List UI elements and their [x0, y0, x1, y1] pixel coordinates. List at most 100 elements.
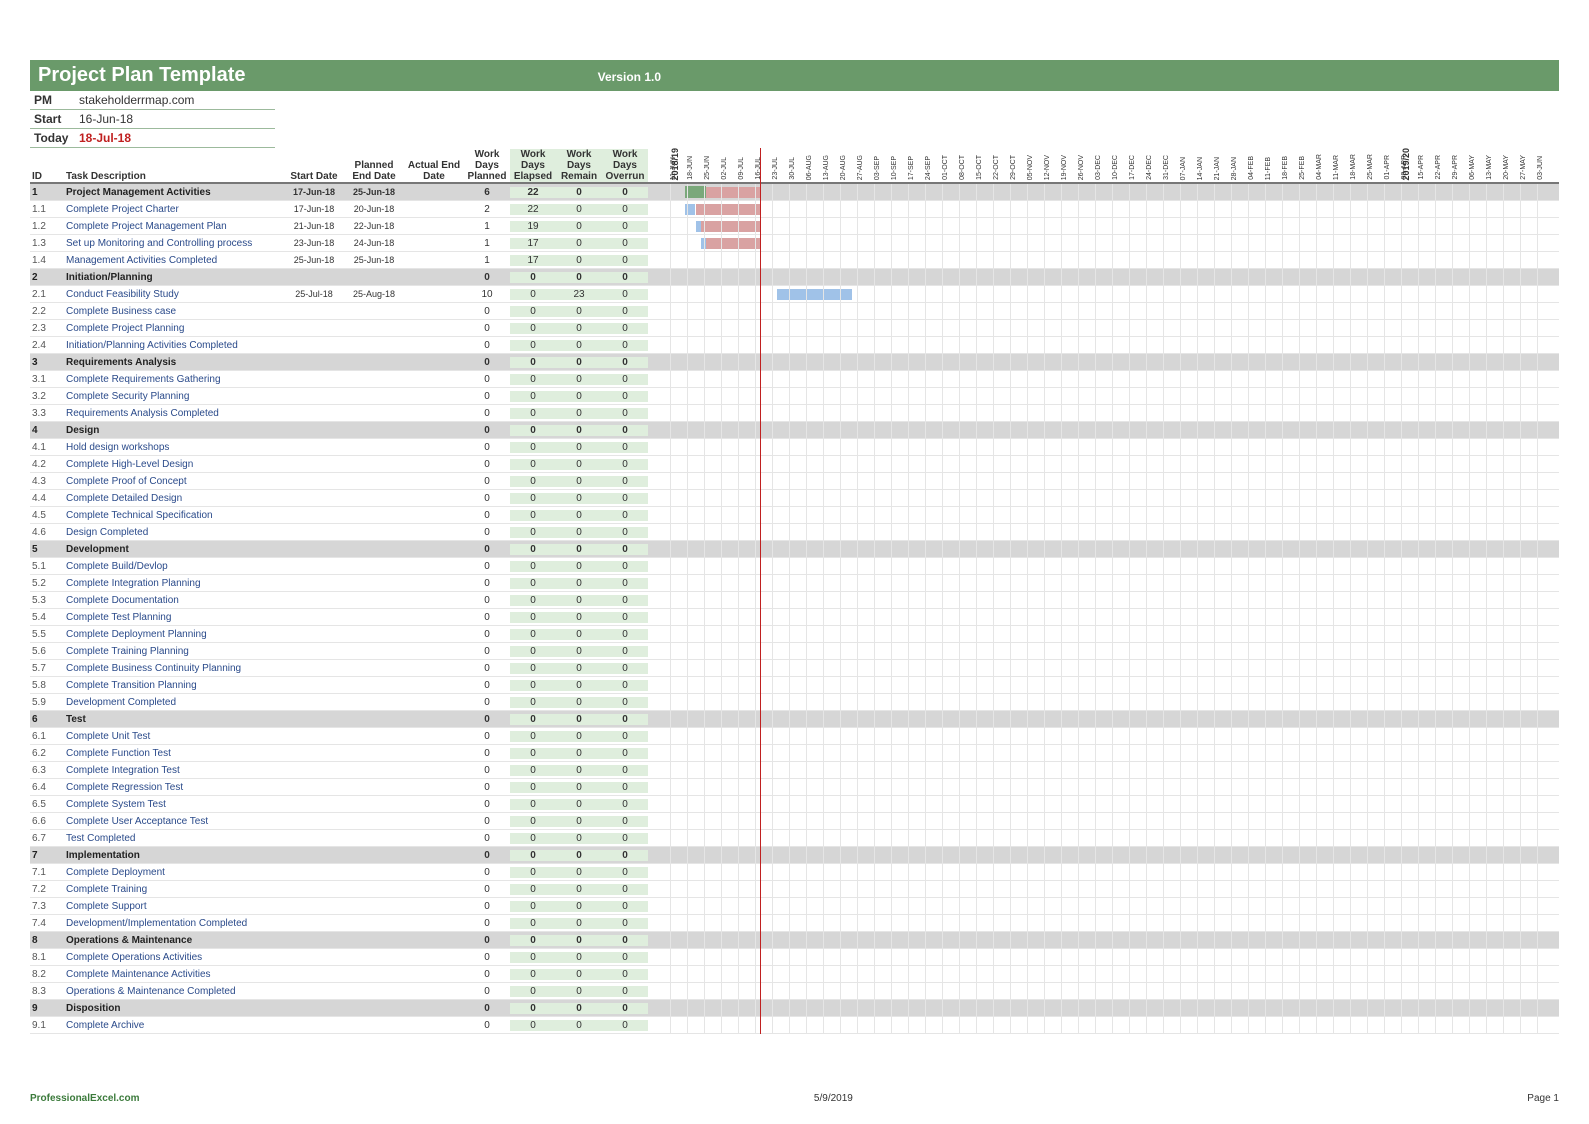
cell-wo: 0	[602, 612, 648, 623]
cell-we: 0	[510, 578, 556, 589]
gantt-row	[670, 898, 1559, 915]
cell-id: 5.5	[30, 629, 64, 640]
cell-we: 0	[510, 799, 556, 810]
doc-version: Version 1.0	[598, 70, 661, 84]
cell-we: 0	[510, 884, 556, 895]
cell-id: 6	[30, 714, 64, 725]
cell-id: 2.1	[30, 289, 64, 300]
gantt-row	[670, 813, 1559, 830]
task-row: 1.4Management Activities Completed25-Jun…	[30, 252, 670, 269]
cell-we: 0	[510, 1020, 556, 1031]
week-label: 13-AUG	[823, 155, 830, 180]
cell-wr: 0	[556, 459, 602, 470]
cell-wr: 0	[556, 1003, 602, 1014]
gridline	[1214, 184, 1215, 1034]
cell-ped: 20-Jun-18	[344, 204, 404, 214]
cell-wr: 0	[556, 816, 602, 827]
task-row: 8.1Complete Operations Activities0000	[30, 949, 670, 966]
gridline	[857, 184, 858, 1034]
cell-wp: 0	[464, 680, 510, 691]
cell-wr: 0	[556, 238, 602, 249]
cell-id: 9.1	[30, 1020, 64, 1031]
cell-wo: 0	[602, 952, 648, 963]
gridline	[1078, 184, 1079, 1034]
gridline	[1537, 184, 1538, 1034]
gantt-row	[670, 983, 1559, 1000]
hdr-desc: Task Description	[64, 171, 284, 182]
cell-desc: Complete Function Test	[64, 748, 284, 759]
cell-wr: 0	[556, 697, 602, 708]
gantt-row	[670, 337, 1559, 354]
cell-wp: 0	[464, 901, 510, 912]
meta-pm-label: PM	[30, 91, 75, 109]
hdr-wde: Work Days Elapsed	[510, 149, 556, 182]
task-row: 3.1Complete Requirements Gathering0000	[30, 371, 670, 388]
gridline	[1095, 184, 1096, 1034]
footer-site: ProfessionalExcel.com	[30, 1093, 140, 1104]
gridline	[1163, 184, 1164, 1034]
gantt-row	[670, 643, 1559, 660]
week-label: 13-MAY	[1486, 155, 1493, 180]
gridline	[1282, 184, 1283, 1034]
cell-wo: 0	[602, 306, 648, 317]
cell-wp: 0	[464, 1020, 510, 1031]
cell-we: 0	[510, 340, 556, 351]
task-row: 9.1Complete Archive0000	[30, 1017, 670, 1034]
week-label: 27-MAY	[1520, 155, 1527, 180]
week-label: 18-JUN	[687, 156, 694, 180]
cell-we: 0	[510, 561, 556, 572]
week-label: 12-NOV	[1044, 155, 1051, 180]
cell-id: 2.4	[30, 340, 64, 351]
task-row: 6.7Test Completed0000	[30, 830, 670, 847]
cell-desc: Complete Technical Specification	[64, 510, 284, 521]
cell-id: 7	[30, 850, 64, 861]
cell-desc: Complete Detailed Design	[64, 493, 284, 504]
gridline	[1231, 184, 1232, 1034]
cell-id: 8.2	[30, 969, 64, 980]
cell-desc: Operations & Maintenance	[64, 935, 284, 946]
cell-sd: 23-Jun-18	[284, 238, 344, 248]
task-row: 7.1Complete Deployment0000	[30, 864, 670, 881]
cell-wp: 1	[464, 238, 510, 249]
cell-wo: 0	[602, 323, 648, 334]
task-row: 4.6Design Completed0000	[30, 524, 670, 541]
gantt-row	[670, 558, 1559, 575]
task-row: 2.3Complete Project Planning0000	[30, 320, 670, 337]
week-label: 10-SEP	[891, 156, 898, 180]
cell-wo: 0	[602, 697, 648, 708]
cell-id: 6.6	[30, 816, 64, 827]
cell-we: 0	[510, 714, 556, 725]
task-row: 6.1Complete Unit Test0000	[30, 728, 670, 745]
cell-wr: 0	[556, 340, 602, 351]
cell-we: 19	[510, 221, 556, 232]
cell-wp: 0	[464, 578, 510, 589]
cell-we: 0	[510, 833, 556, 844]
gridline	[908, 184, 909, 1034]
cell-we: 0	[510, 272, 556, 283]
gantt-row	[670, 405, 1559, 422]
cell-id: 8	[30, 935, 64, 946]
cell-wr: 0	[556, 748, 602, 759]
cell-wp: 1	[464, 255, 510, 266]
cell-wr: 0	[556, 391, 602, 402]
cell-id: 8.1	[30, 952, 64, 963]
cell-wp: 0	[464, 867, 510, 878]
cell-desc: Complete Proof of Concept	[64, 476, 284, 487]
meta-start: Start 16-Jun-18	[30, 110, 275, 129]
cell-wo: 0	[602, 544, 648, 555]
cell-wr: 0	[556, 527, 602, 538]
cell-wo: 0	[602, 493, 648, 504]
hdr-id: ID	[30, 171, 64, 182]
cell-wp: 0	[464, 408, 510, 419]
cell-wo: 0	[602, 646, 648, 657]
gantt-row	[670, 830, 1559, 847]
gantt-row	[670, 473, 1559, 490]
gantt-row	[670, 235, 1559, 252]
task-row: 5Development0000	[30, 541, 670, 558]
week-label: 24-DEC	[1146, 155, 1153, 180]
cell-we: 0	[510, 442, 556, 453]
task-row: 2Initiation/Planning0000	[30, 269, 670, 286]
cell-id: 6.2	[30, 748, 64, 759]
cell-desc: Complete Project Charter	[64, 204, 284, 215]
cell-wr: 0	[556, 663, 602, 674]
